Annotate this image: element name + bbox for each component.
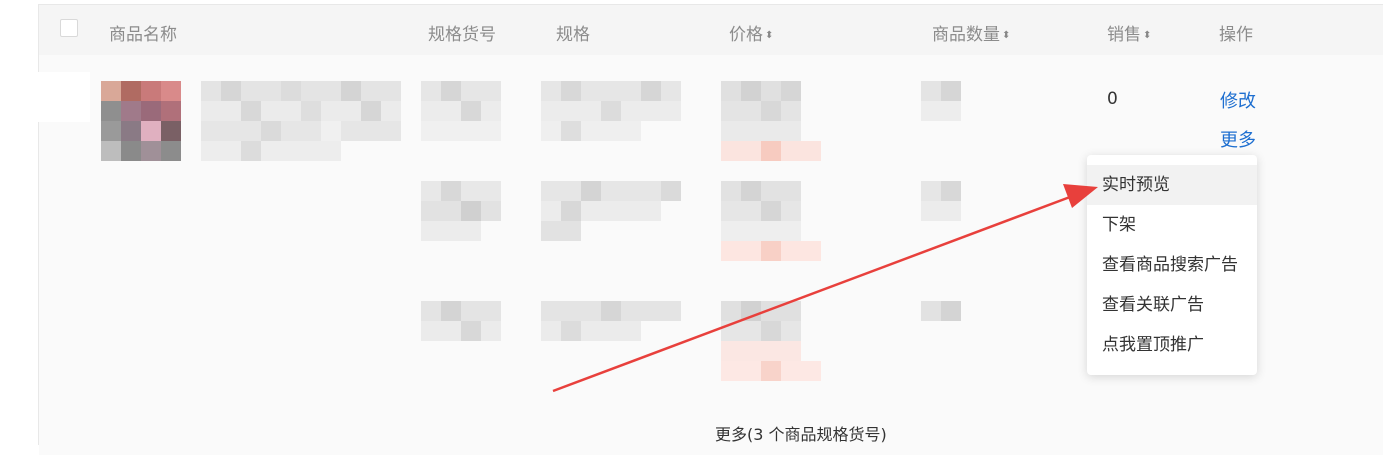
annotation-arrow-icon	[552, 184, 1098, 393]
arrow-shaft	[552, 192, 1079, 393]
arrow-head	[1063, 184, 1098, 208]
